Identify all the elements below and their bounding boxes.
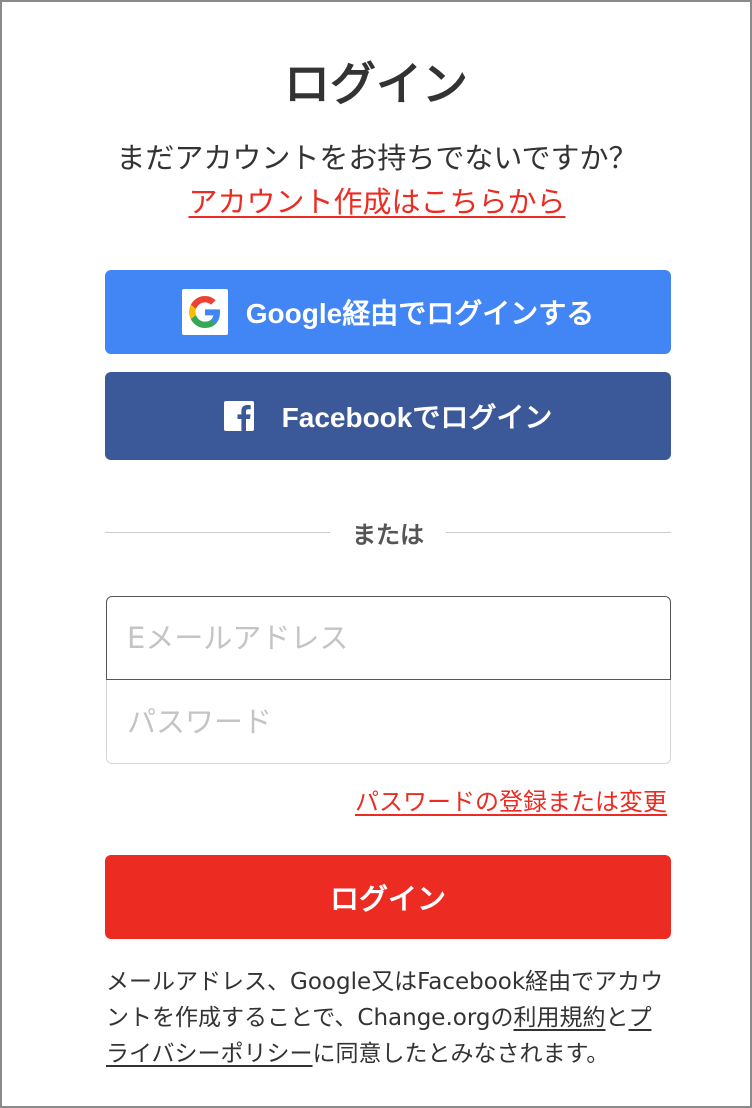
facebook-login-label: Facebookでログイン [281, 402, 553, 433]
google-login-button[interactable]: Google経由でログインする [105, 270, 671, 354]
login-submit-button[interactable]: ログイン [105, 855, 671, 939]
signup-prompt: まだアカウントをお持ちでないですか？ アカウント作成はこちらから [112, 136, 642, 224]
divider-label: または [352, 520, 424, 549]
signup-link[interactable]: アカウント作成はこちらから [188, 185, 565, 219]
google-login-label: Google経由でログインする [245, 298, 595, 329]
legal-notice: メールアドレス、Google又はFacebook経由でアカウントを作成することで… [106, 964, 672, 1072]
email-input[interactable] [106, 596, 671, 680]
password-input[interactable] [106, 680, 671, 764]
page-title: ログイン [284, 57, 468, 111]
divider-line-right [446, 531, 671, 533]
terms-link[interactable]: 利用規約 [513, 1005, 605, 1031]
forgot-password-link[interactable]: パスワードの登録または変更 [355, 782, 667, 817]
legal-text-3: に同意したとみなされます。 [312, 1041, 610, 1067]
google-icon [181, 289, 228, 335]
facebook-login-button[interactable]: Facebookでログイン [105, 372, 671, 460]
legal-text-2: と [605, 1005, 629, 1031]
or-divider: または [105, 510, 671, 554]
signup-prompt-text: まだアカウントをお持ちでないですか？ [116, 141, 638, 175]
facebook-icon [223, 401, 254, 431]
login-panel: ログイン まだアカウントをお持ちでないですか？ アカウント作成はこちらから Go… [0, 0, 752, 1108]
divider-line-left [105, 531, 330, 533]
